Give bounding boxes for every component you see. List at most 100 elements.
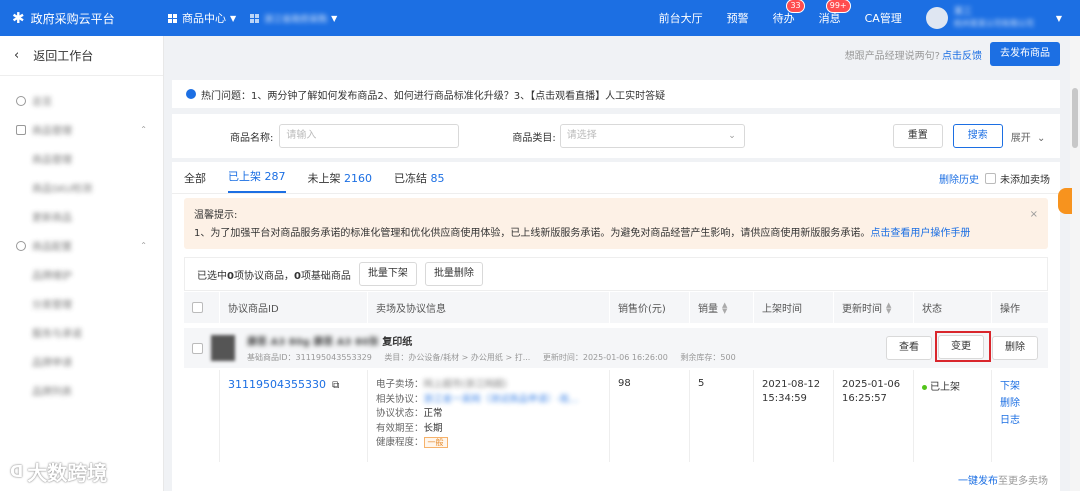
expand-label: 展开	[1010, 132, 1031, 144]
offline-link[interactable]: 下架	[1000, 378, 1048, 395]
sidebar-item[interactable]: 商品管理 ⌃	[0, 115, 163, 144]
floating-assistant-icon[interactable]	[1058, 188, 1072, 214]
watermark: ᗡ 大数跨境	[10, 457, 107, 486]
hot-questions-bar[interactable]: 热门问题：1、两分钟了解如何发布商品2、如何进行商品标准化升级？3、【点击观看直…	[172, 80, 1060, 108]
col-sales-label: 销量	[698, 304, 718, 315]
status-badge: 已上架	[930, 382, 960, 393]
chevron-up-icon: ⌃	[140, 125, 147, 134]
unadded-store-checkbox[interactable]	[985, 173, 996, 184]
user-menu[interactable]: 某三 杭州某某公司有限公司 ▼	[925, 7, 1080, 29]
tab-unlisted[interactable]: 未上架 2160	[308, 170, 373, 193]
product-center-menu[interactable]: 商品中心 ▼	[168, 10, 236, 26]
tab-listed[interactable]: 已上架 287	[228, 168, 286, 193]
tab-label: 全部	[184, 172, 206, 185]
protocol-product-id[interactable]: 31119504355330	[228, 378, 326, 391]
gear-icon	[16, 240, 26, 251]
col-sales[interactable]: 销量 ▲ ▼	[690, 292, 754, 323]
platform-logo[interactable]: ✱ 政府采购云平台	[0, 9, 168, 27]
group-checkbox[interactable]	[192, 342, 203, 354]
change-button-highlight	[935, 331, 991, 362]
batch-offline-button[interactable]: 批量下架	[358, 262, 417, 286]
protocol-status-value: 正常	[423, 408, 443, 419]
search-button[interactable]: 搜索	[952, 124, 1003, 148]
publish-product-button[interactable]: 去发布商品	[990, 42, 1060, 66]
view-button[interactable]: 查看	[886, 336, 932, 360]
tab-frozen[interactable]: 已冻结 85	[394, 170, 445, 193]
select-all-checkbox[interactable]	[192, 302, 203, 313]
watermark-logo-icon: ᗡ	[10, 462, 24, 481]
message-label: 消息	[818, 12, 841, 25]
col-store: 卖场及协议信息	[368, 292, 610, 323]
avatar	[925, 7, 948, 29]
feedback-question: 想跟产品经理说两句?	[844, 50, 940, 62]
ca-manage-link[interactable]: CA管理	[865, 10, 902, 26]
sales-cell: 5	[690, 370, 754, 462]
box-icon	[16, 124, 26, 135]
tab-label: 已上架	[228, 170, 261, 183]
sidebar-item-label: 商品SKU检测	[32, 184, 92, 195]
category-select[interactable]: 请选择 ⌄	[559, 124, 745, 148]
sidebar: ‹ 返回工作台 总览 商品管理 ⌃ 商品管理商品SKU检测更新商品 商品配置 ⌃ 品牌维护分…	[0, 36, 164, 491]
store-label: 电子卖场：	[376, 379, 424, 390]
hot-questions-text: 热门问题：1、两分钟了解如何发布商品2、如何进行商品标准化升级？3、【点击观看直…	[201, 90, 666, 102]
one-click-publish-link[interactable]: 一键发布	[958, 476, 998, 487]
tab-all[interactable]: 全部	[184, 170, 206, 193]
sidebar-item[interactable]: 商品管理	[0, 144, 163, 173]
col-updated-time[interactable]: 更新时间 ▲ ▼	[834, 292, 914, 323]
front-hall-link[interactable]: 前台大厅	[659, 10, 703, 26]
sidebar-item[interactable]: 更新商品	[0, 202, 163, 231]
caret-down-icon: ▼	[331, 13, 338, 23]
circle-icon	[16, 95, 26, 106]
back-to-workbench[interactable]: ‹ 返回工作台	[0, 36, 163, 76]
sort-icon: ▲ ▼	[886, 300, 892, 315]
row-actions-cell: 下架 删除 日志	[992, 370, 1048, 462]
search-form: 商品名称: 请输入 商品类目: 请选择 ⌄ 重置 搜索 展开 ⌄	[172, 114, 1060, 158]
user-org: 杭州某某公司有限公司	[953, 19, 1034, 28]
feedback-link[interactable]: 点击反馈	[942, 47, 982, 62]
sidebar-item[interactable]: 总览	[0, 86, 163, 115]
warning-text: 1、为了加强平台对商品服务承诺的标准化管理和优化供应商使用体验，已上线新版服务承…	[194, 228, 871, 239]
log-link[interactable]: 日志	[1000, 412, 1048, 429]
product-name-input[interactable]: 请输入	[279, 124, 460, 148]
sidebar-item[interactable]: 品牌维护	[0, 260, 163, 289]
protocol-text: 项协议商品，	[233, 270, 294, 282]
delete-history-link[interactable]: 删除历史	[939, 171, 979, 186]
col-id: 协议商品ID	[220, 292, 368, 323]
alert-link[interactable]: 预警	[727, 10, 749, 26]
protocol-value[interactable]: 浙江省一采网（测试商品申请）-批...	[424, 394, 579, 405]
publish-more-text: 至更多卖场	[998, 476, 1048, 487]
grid-icon	[168, 13, 177, 23]
row-check-cell	[184, 370, 220, 462]
tab-count: 2160	[344, 172, 372, 185]
org-switcher[interactable]: 浙江省政府采购 ▼	[250, 12, 337, 25]
sidebar-item[interactable]: 品牌申请	[0, 347, 163, 376]
sidebar-item[interactable]: 服务与承诺	[0, 318, 163, 347]
base-product-id: 基础商品ID：311195043553329	[247, 353, 372, 362]
back-label: 返回工作台	[33, 49, 94, 63]
close-icon[interactable]: ×	[1030, 206, 1038, 224]
protocol-status-label: 协议状态：	[376, 408, 424, 419]
sidebar-item-label: 服务与承诺	[32, 329, 82, 340]
external-link-icon[interactable]: ⧉	[332, 380, 339, 391]
user-manual-link[interactable]: 点击查看用户操作手册	[870, 228, 970, 239]
sidebar-item[interactable]: 商品SKU检测	[0, 173, 163, 202]
batch-delete-button[interactable]: 批量删除	[424, 262, 483, 286]
scrollbar-thumb[interactable]	[1072, 88, 1078, 148]
chevron-up-icon: ⌃	[140, 241, 147, 250]
sidebar-item-label: 商品管理	[32, 155, 72, 166]
sidebar-item[interactable]: 品牌列表	[0, 376, 163, 405]
page-scrollbar[interactable]	[1070, 36, 1080, 491]
updated-date: 2025-01-06	[842, 379, 901, 390]
expand-toggle[interactable]: 展开 ⌄	[1011, 129, 1046, 144]
name-label: 商品名称:	[230, 132, 274, 144]
sidebar-item[interactable]: 商品配置 ⌃	[0, 231, 163, 260]
sidebar-menu: 总览 商品管理 ⌃ 商品管理商品SKU检测更新商品 商品配置 ⌃ 品牌维护 分类管理服务与承诺…	[0, 76, 163, 405]
product-title: 复印纸	[382, 337, 413, 348]
todo-badge: 33	[786, 0, 805, 13]
message-link[interactable]: 消息 99+	[818, 0, 851, 26]
reset-button[interactable]: 重置	[892, 124, 943, 148]
sidebar-item[interactable]: 分类管理	[0, 289, 163, 318]
delete-link[interactable]: 删除	[1000, 395, 1048, 412]
todo-link[interactable]: 待办 33	[773, 0, 805, 26]
delete-button[interactable]: 删除	[992, 336, 1038, 360]
